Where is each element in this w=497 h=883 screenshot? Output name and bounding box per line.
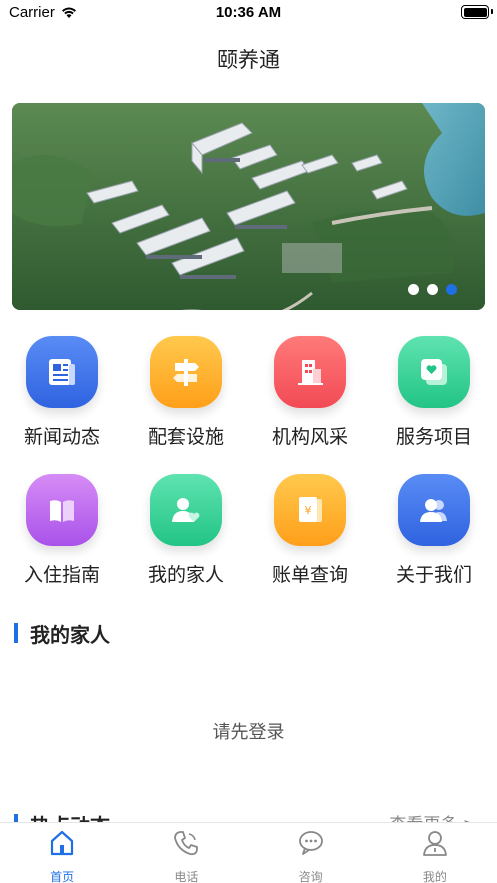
menu-item-institution[interactable]: 机构风采 <box>248 336 372 449</box>
service-icon <box>398 336 470 408</box>
book-icon <box>26 474 98 546</box>
menu-label: 入住指南 <box>23 564 100 586</box>
menu-item-family[interactable]: 我的家人 <box>124 474 248 587</box>
tab-home[interactable]: 首页 <box>0 823 124 883</box>
user-icon <box>422 831 447 856</box>
tab-bar: 首页 电话 咨询 我的 <box>0 822 497 883</box>
tab-label: 我的 <box>422 870 447 883</box>
battery-tip <box>491 9 493 14</box>
signpost-icon <box>150 336 222 408</box>
carousel-dot-active[interactable] <box>446 284 457 295</box>
building-icon <box>274 336 346 408</box>
page-title: 颐养通 <box>217 48 280 72</box>
status-bar: Carrier 10:36 AM <box>0 0 497 26</box>
menu-label: 服务项目 <box>395 426 472 448</box>
menu-item-facilities[interactable]: 配套设施 <box>124 336 248 449</box>
section-title-family: 我的家人 <box>14 619 110 648</box>
phone-icon <box>174 831 199 856</box>
menu-label: 账单查询 <box>271 564 348 586</box>
carousel-dot[interactable] <box>408 284 419 295</box>
chat-icon <box>298 831 323 855</box>
tab-mine[interactable]: 我的 <box>373 823 497 883</box>
login-hint[interactable]: 请先登录 <box>0 718 497 744</box>
tab-consult[interactable]: 咨询 <box>249 823 373 883</box>
svg-text:¥: ¥ <box>305 504 312 517</box>
tab-label: 首页 <box>50 870 75 883</box>
tab-label: 咨询 <box>298 870 323 883</box>
menu-item-services[interactable]: 服务项目 <box>372 336 496 449</box>
menu-item-guide[interactable]: 入住指南 <box>0 474 124 587</box>
menu-item-about[interactable]: 关于我们 <box>372 474 496 587</box>
menu-label: 我的家人 <box>147 564 224 586</box>
tab-phone[interactable]: 电话 <box>124 823 248 883</box>
carousel-dots <box>408 284 457 295</box>
about-icon <box>398 474 470 546</box>
tab-label: 电话 <box>174 870 199 883</box>
news-icon <box>26 336 98 408</box>
clock: 10:36 AM <box>215 4 282 21</box>
menu-label: 配套设施 <box>147 426 224 448</box>
menu-item-bills[interactable]: ¥ 账单查询 <box>248 474 372 587</box>
banner-carousel[interactable] <box>12 103 485 310</box>
home-icon <box>51 830 74 856</box>
banner-image <box>12 103 485 310</box>
menu-item-news[interactable]: 新闻动态 <box>0 336 124 449</box>
bill-icon: ¥ <box>274 474 346 546</box>
menu-label: 新闻动态 <box>23 426 100 448</box>
menu-label: 机构风采 <box>271 426 348 448</box>
menu-label: 关于我们 <box>395 564 472 586</box>
family-icon <box>150 474 222 546</box>
battery-icon <box>461 5 489 19</box>
carousel-dot[interactable] <box>427 284 438 295</box>
